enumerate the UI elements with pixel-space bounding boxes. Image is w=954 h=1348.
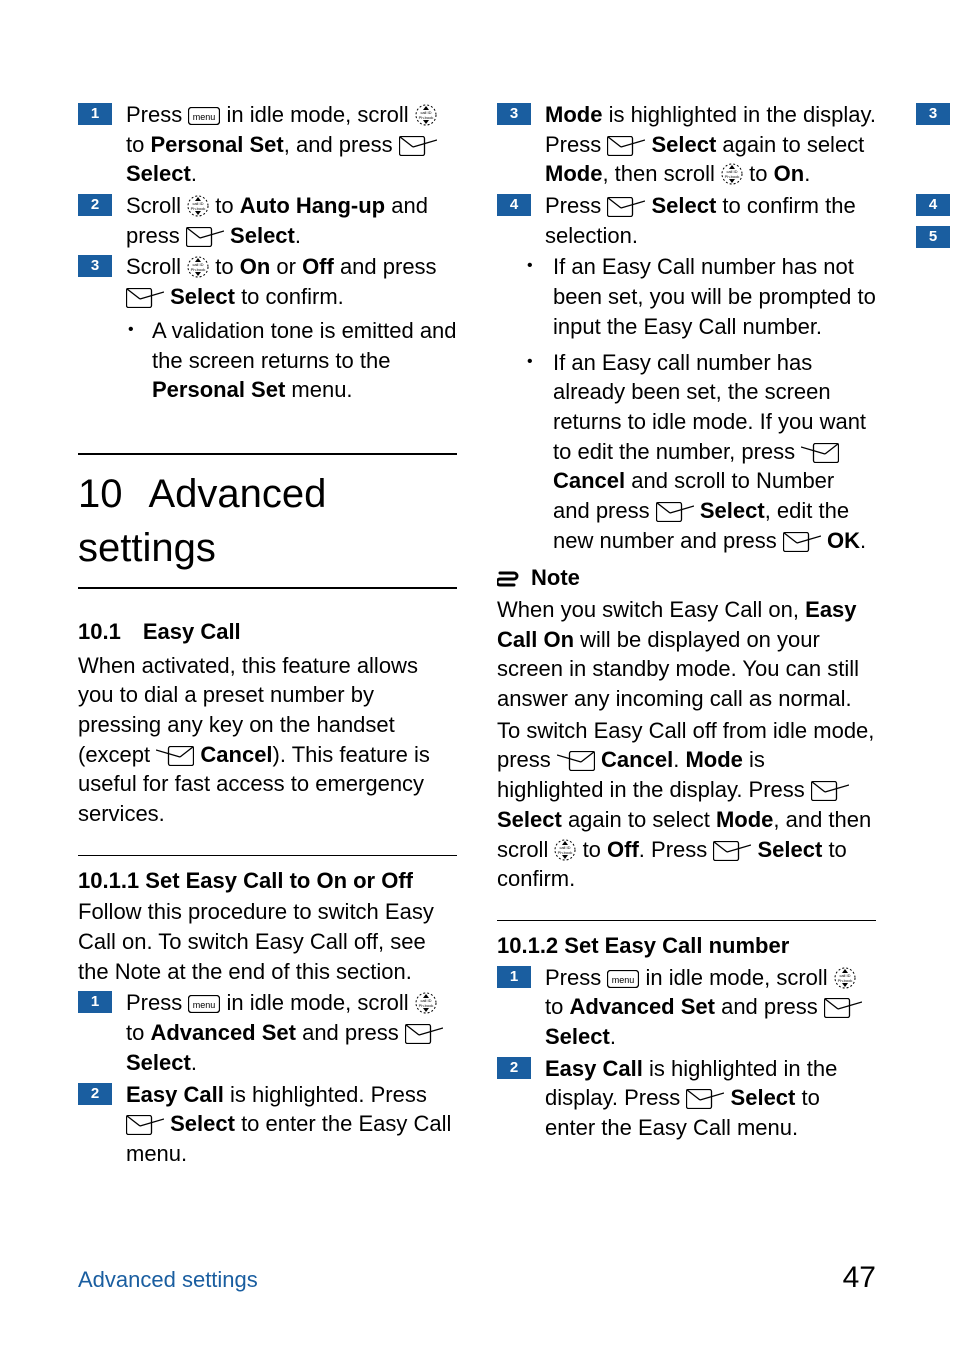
softkey-left-icon (713, 841, 751, 861)
step-item: 2 Scroll to Auto Hang-up and press Selec… (78, 191, 457, 250)
chapter-number: 10 (78, 467, 123, 521)
step-text: Scroll to On or Off and press Select to … (126, 252, 457, 311)
scroll-icon (554, 839, 576, 861)
step-text: Press in idle mode, scroll to Personal S… (126, 100, 457, 189)
paragraph: When activated, this feature allows you … (78, 651, 457, 829)
bullet-item: • If an Easy Call number has not been se… (497, 252, 876, 341)
menu-key-icon (607, 970, 639, 988)
menu-key-icon (188, 107, 220, 125)
divider (78, 453, 457, 455)
paragraph: When you switch Easy Call on, Easy Call … (497, 595, 876, 714)
step-item: 1 Press in idle mode, scroll to Advanced… (497, 963, 876, 1052)
step-text: Press in idle mode, scroll to Advanced S… (126, 988, 457, 1077)
softkey-left-icon (399, 136, 437, 156)
step-number-badge: 3 (78, 255, 112, 277)
note-icon (497, 567, 519, 589)
scroll-icon (187, 256, 209, 278)
softkey-right-icon (801, 443, 839, 463)
bullet-dot-icon: • (527, 348, 541, 376)
paragraph: To switch Easy Call off from idle mode, … (497, 716, 876, 894)
page-number: 47 (843, 1258, 876, 1299)
softkey-left-icon (607, 197, 645, 217)
bullet-item: • If an Easy call number has already bee… (497, 348, 876, 556)
divider (497, 920, 876, 921)
bullet-dot-icon: • (527, 252, 541, 280)
footer-section-title: Advanced settings (78, 1265, 258, 1295)
step-number-badge: 2 (497, 1057, 531, 1079)
divider (78, 587, 457, 589)
step-number-badge: 1 (78, 103, 112, 125)
step-number-badge: 1 (78, 991, 112, 1013)
step-number-badge: 2 (78, 194, 112, 216)
bullet-text: A validation tone is emitted and the scr… (152, 316, 457, 405)
step-item: 1 Press in idle mode, scroll to Advanced… (78, 988, 457, 1077)
subsection-heading: 10.1.1 Set Easy Call to On or Off (78, 866, 457, 896)
scroll-icon (721, 163, 743, 185)
softkey-left-icon (783, 532, 821, 552)
step-item: 3 Mode is highlighted in the display. Sc… (916, 100, 954, 189)
step-text: Mode is highlighted in the display. Pres… (545, 100, 876, 189)
chapter-heading: 10Advanced settings (78, 467, 457, 575)
softkey-right-icon (557, 751, 595, 771)
step-text: Easy Call is highlighted. Press Select t… (126, 1080, 457, 1169)
paragraph: Follow this procedure to switch Easy Cal… (78, 897, 457, 986)
section-heading: 10.1Easy Call (78, 617, 457, 647)
divider (78, 855, 457, 856)
step-item: 5 Press OK to confirm. (916, 223, 954, 253)
softkey-left-icon (607, 136, 645, 156)
step-text: Easy Call is highlighted in the display.… (545, 1054, 876, 1143)
softkey-left-icon (405, 1024, 443, 1044)
bullet-item: • A validation tone is emitted and the s… (106, 316, 457, 405)
step-number-badge: 3 (916, 103, 950, 125)
softkey-left-icon (686, 1089, 724, 1109)
bullet-text: If an Easy call number has already been … (553, 348, 876, 556)
scroll-icon (415, 104, 437, 126)
step-item: 4 Press Select to confirm the selection. (497, 191, 876, 250)
step-item: 2 Easy Call is highlighted. Press Select… (78, 1080, 457, 1169)
bullet-item: • A validation tone is emitted and the s… (944, 256, 954, 345)
step-number-badge: 1 (497, 966, 531, 988)
page-footer: Advanced settings 47 (78, 1258, 876, 1299)
menu-key-icon (188, 995, 220, 1013)
softkey-right-icon (156, 746, 194, 766)
softkey-left-icon (824, 998, 862, 1018)
bullet-text: If an Easy Call number has not been set,… (553, 252, 876, 341)
step-number-badge: 4 (497, 194, 531, 216)
step-number-badge: 3 (497, 103, 531, 125)
step-item: 3 Scroll to On or Off and press Select t… (78, 252, 457, 311)
note-heading: Note (497, 563, 876, 593)
step-text: Scroll to Auto Hang-up and press Select. (126, 191, 457, 250)
subsection-heading: 10.1.2 Set Easy Call number (497, 931, 876, 961)
step-item: 1 Press in idle mode, scroll to Personal… (78, 100, 457, 189)
bullet-dot-icon: • (128, 316, 142, 344)
scroll-icon (187, 195, 209, 217)
step-item: 2 Easy Call is highlighted in the displa… (497, 1054, 876, 1143)
step-text: Press in idle mode, scroll to Advanced S… (545, 963, 876, 1052)
softkey-left-icon (126, 1115, 164, 1135)
step-number-badge: 4 (916, 194, 950, 216)
scroll-icon (415, 992, 437, 1014)
softkey-left-icon (186, 227, 224, 247)
softkey-left-icon (811, 781, 849, 801)
step-number-badge: 5 (916, 226, 950, 248)
step-number-badge: 2 (78, 1083, 112, 1105)
softkey-left-icon (656, 502, 694, 522)
step-text: Press Select to confirm the selection. (545, 191, 876, 250)
step-item: 4 Input the Easy Call number. (916, 191, 954, 221)
step-item: 3 Mode is highlighted in the display. Pr… (497, 100, 876, 189)
softkey-left-icon (126, 288, 164, 308)
scroll-icon (834, 967, 856, 989)
